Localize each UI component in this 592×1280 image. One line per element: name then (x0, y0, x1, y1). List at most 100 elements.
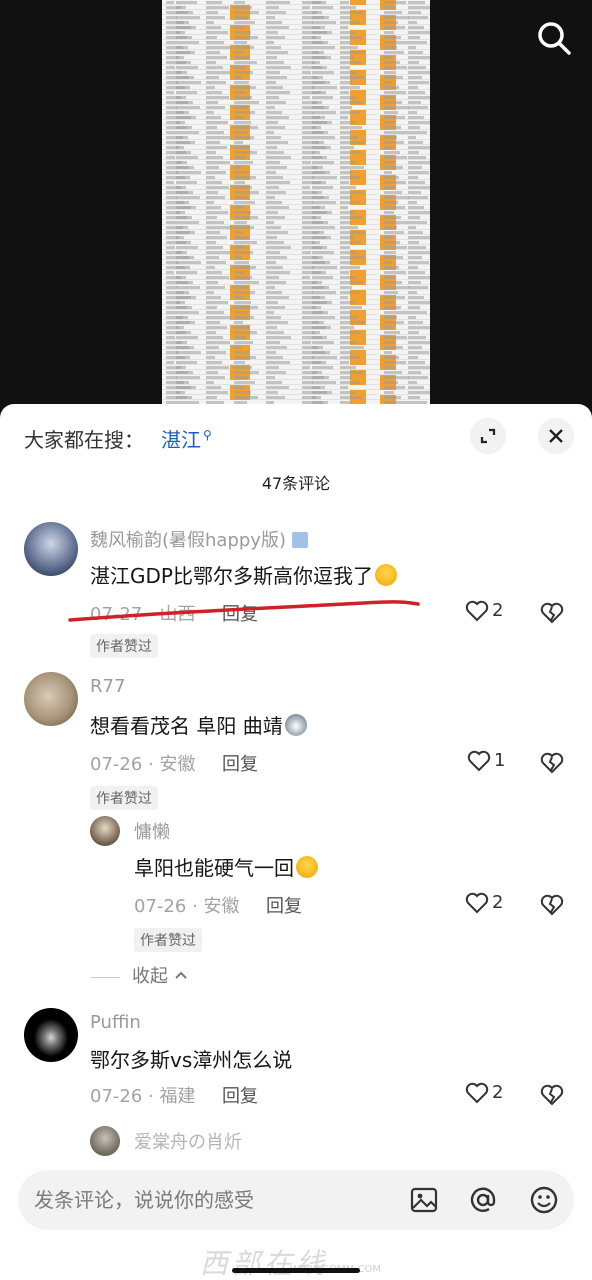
avatar[interactable] (24, 522, 78, 576)
sheet-cell (340, 16, 352, 19)
username[interactable]: 爱棠舟の肖炘 (134, 1128, 242, 1154)
username[interactable]: 魏风榆韵(暑假happy版) (90, 526, 308, 552)
avatar[interactable] (24, 672, 78, 726)
sheet-cell (234, 21, 255, 24)
hot-search-term: 湛江 (161, 428, 201, 452)
sheet-cell (166, 221, 176, 224)
sheet-cell (266, 306, 285, 309)
sheet-cell (340, 341, 357, 344)
sheet-cell (234, 151, 257, 154)
sheet-cell (234, 6, 252, 9)
sheet-cell (206, 321, 220, 324)
sheet-cell (408, 386, 424, 389)
sheet-cell (206, 281, 218, 284)
comment-text-content: 阜阳也能硬气一回 (134, 856, 294, 880)
sheet-cell (266, 126, 285, 129)
sheet-cell (384, 241, 400, 244)
sheet-cell (234, 171, 249, 174)
sheet-cell (206, 356, 215, 359)
sheet-cell (206, 56, 227, 59)
sheet-cell (312, 176, 337, 179)
sheet-cell (312, 6, 333, 9)
avatar[interactable] (90, 816, 120, 846)
hot-search-link[interactable]: 湛江 ⚲ (161, 424, 212, 453)
sheet-cell (176, 126, 192, 129)
sheet-cell (234, 116, 244, 119)
husky-emoji-icon (284, 714, 307, 736)
mention-button[interactable] (467, 1184, 499, 1216)
like-button[interactable]: 2 (464, 598, 524, 626)
sheet-cell (384, 361, 406, 364)
dislike-button[interactable] (539, 1082, 565, 1108)
sheet-cell (312, 191, 322, 194)
dislike-button[interactable] (539, 750, 565, 776)
username[interactable]: R77 (90, 676, 125, 697)
heart-icon (467, 750, 491, 772)
like-button[interactable]: 1 (466, 748, 526, 776)
sheet-cell (340, 171, 353, 174)
sheet-cell (312, 386, 325, 389)
sheet-cell (266, 1, 290, 4)
sheet-cell (206, 171, 226, 174)
expand-button[interactable] (470, 418, 506, 454)
sheet-cell (312, 216, 321, 219)
sheet-cell (302, 186, 310, 189)
sheet-cell (384, 251, 396, 254)
username[interactable]: 慵懒 (134, 818, 170, 844)
image-icon (410, 1187, 438, 1213)
expand-icon (480, 428, 496, 444)
comment-text[interactable]: 鄂尔多斯vs漳州怎么说 (90, 1044, 292, 1073)
sheet-cell (234, 91, 245, 94)
sheet-cell (408, 231, 423, 234)
dislike-button[interactable] (539, 600, 565, 626)
sheet-cell (384, 51, 404, 54)
reply-button[interactable]: 回复 (266, 892, 302, 918)
broken-heart-icon (540, 894, 564, 916)
like-button[interactable]: 2 (464, 890, 524, 918)
level-badge-icon (291, 532, 308, 548)
reply-button[interactable]: 回复 (222, 1082, 258, 1108)
emoji-button[interactable] (528, 1184, 560, 1216)
comment-text[interactable]: 阜阳也能硬气一回 (134, 852, 318, 881)
sheet-cell (340, 71, 357, 74)
sheet-cell (340, 101, 363, 104)
avatar[interactable] (90, 1126, 120, 1156)
sheet-cell (234, 201, 255, 204)
sheet-cell (176, 106, 200, 109)
image-button[interactable] (408, 1184, 440, 1216)
laugh-cry-emoji-icon (374, 564, 397, 586)
close-button[interactable] (538, 418, 574, 454)
sheet-cell (206, 166, 219, 169)
sheet-cell (206, 181, 222, 184)
sheet-cell (302, 366, 310, 369)
sheet-cell (266, 291, 282, 294)
home-indicator[interactable] (232, 1268, 360, 1273)
collapse-replies-button[interactable]: 收起 (90, 962, 188, 988)
reply-button[interactable]: 回复 (222, 750, 258, 776)
dislike-button[interactable] (539, 892, 565, 918)
comment-count: 47条评论 (261, 474, 331, 493)
sheet-cell (176, 306, 192, 309)
sheet-cell (312, 76, 323, 79)
sheet-cell (206, 191, 218, 194)
sheet-cell (408, 286, 428, 289)
sheet-cell (176, 206, 196, 209)
sheet-cell (384, 121, 394, 124)
comment-text[interactable]: 湛江GDP比鄂尔多斯高你逗我了 (90, 560, 397, 589)
like-button[interactable]: 2 (464, 1080, 524, 1108)
comment-text[interactable]: 想看看茂名 阜阳 曲靖 (90, 710, 307, 739)
username[interactable]: Puffin (90, 1012, 141, 1033)
sheet-cell (384, 41, 408, 44)
search-button[interactable] (534, 18, 574, 58)
sheet-cell (408, 11, 421, 14)
sheet-cell (166, 246, 175, 249)
sheet-cell (266, 66, 291, 69)
sheet-cell (206, 96, 229, 99)
sheet-cell (340, 206, 348, 209)
avatar[interactable] (24, 1008, 78, 1062)
sheet-cell (266, 166, 287, 169)
sheet-cell (234, 211, 251, 214)
broken-heart-icon (540, 752, 564, 774)
sheet-cell (312, 201, 336, 204)
comment-input[interactable] (34, 1180, 394, 1220)
